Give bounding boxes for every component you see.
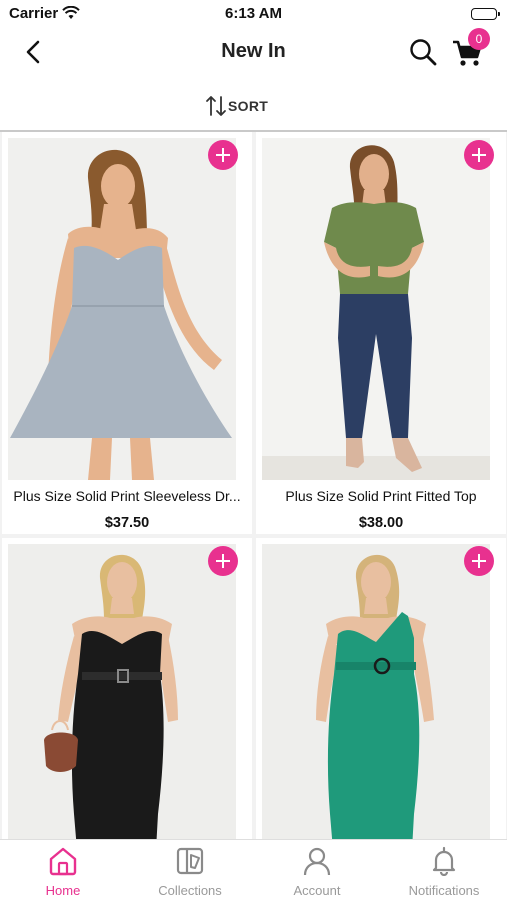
tab-notifications[interactable]: Notifications bbox=[381, 840, 507, 901]
bell-icon bbox=[432, 846, 456, 876]
product-card[interactable]: Plus Size Solid Print Sleeveless Dr... $… bbox=[2, 132, 252, 534]
product-price: $38.00 bbox=[358, 515, 404, 531]
search-icon bbox=[410, 39, 437, 66]
tab-bar: Home Collections Account Notifications bbox=[0, 839, 507, 901]
cart-count-badge: 0 bbox=[468, 28, 490, 50]
product-name: Plus Size Solid Print Fitted Top bbox=[285, 488, 477, 504]
battery-icon bbox=[471, 8, 500, 20]
tab-account[interactable]: Account bbox=[254, 840, 380, 901]
collections-icon bbox=[176, 847, 204, 875]
product-image[interactable] bbox=[262, 544, 490, 839]
sort-arrows-icon bbox=[206, 96, 226, 116]
add-to-cart-button[interactable] bbox=[464, 546, 494, 576]
product-image[interactable] bbox=[8, 138, 236, 480]
home-icon bbox=[49, 847, 77, 876]
tab-collections-label: Collections bbox=[158, 883, 222, 898]
navigation-bar: New In 0 bbox=[0, 28, 507, 78]
tab-home-label: Home bbox=[45, 883, 81, 898]
tab-collections[interactable]: Collections bbox=[127, 840, 253, 901]
add-to-cart-button[interactable] bbox=[208, 546, 238, 576]
product-card[interactable] bbox=[256, 538, 506, 839]
product-grid: Plus Size Solid Print Sleeveless Dr... $… bbox=[0, 132, 507, 839]
status-time: 6:13 AM bbox=[225, 5, 282, 22]
product-image[interactable] bbox=[262, 138, 490, 480]
product-name: Plus Size Solid Print Sleeveless Dr... bbox=[13, 488, 241, 504]
tab-account-label: Account bbox=[293, 883, 341, 898]
search-button[interactable] bbox=[408, 37, 438, 67]
tab-home[interactable]: Home bbox=[0, 840, 126, 901]
tab-notifications-label: Notifications bbox=[408, 883, 480, 898]
product-card[interactable] bbox=[2, 538, 252, 839]
account-icon bbox=[303, 847, 331, 876]
status-bar: Carrier 6:13 AM bbox=[0, 0, 507, 28]
sort-bar: SORT bbox=[0, 82, 507, 132]
sort-button[interactable]: SORT bbox=[204, 92, 268, 120]
product-price: $37.50 bbox=[104, 515, 150, 531]
product-image[interactable] bbox=[8, 544, 236, 839]
add-to-cart-button[interactable] bbox=[208, 140, 238, 170]
product-card[interactable]: Plus Size Solid Print Fitted Top $38.00 bbox=[256, 132, 506, 534]
sort-label: SORT bbox=[228, 98, 269, 114]
add-to-cart-button[interactable] bbox=[464, 140, 494, 170]
